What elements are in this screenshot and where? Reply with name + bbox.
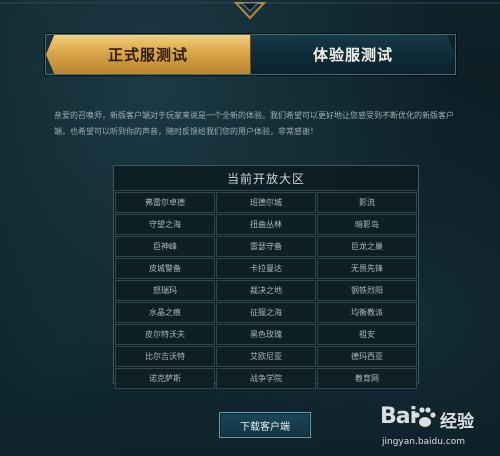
- region-cell: 水晶之痕: [115, 302, 215, 323]
- region-cell: 诺克萨斯: [115, 368, 215, 389]
- watermark-jingyan-text: 经验: [440, 412, 474, 432]
- region-cell: 怒瑞玛: [115, 280, 215, 301]
- region-cell: 黑色玫瑰: [216, 324, 316, 345]
- top-notch-ornament: [0, 0, 500, 22]
- region-cell: 艾欧尼亚: [216, 346, 316, 367]
- region-cell: 皮尔特沃夫: [115, 324, 215, 345]
- region-cell: 比尔吉沃特: [115, 346, 215, 367]
- tab-formal-server[interactable]: 正式服测试: [46, 35, 251, 74]
- baidu-jingyan-watermark: Bai 经验 jingyan.baidu.com: [380, 404, 498, 454]
- region-cell: 影流: [317, 192, 417, 213]
- paw-icon: [414, 407, 436, 427]
- region-cell: 裁决之地: [216, 280, 316, 301]
- region-cell: 暗影岛: [317, 214, 417, 235]
- server-tabs: 正式服测试 体验服测试: [45, 34, 456, 75]
- region-cell: 均衡教派: [317, 302, 417, 323]
- watermark-url: jingyan.baidu.com: [382, 437, 466, 447]
- tab-test-server[interactable]: 体验服测试: [251, 35, 455, 74]
- region-cell: 雷瑟守备: [216, 236, 316, 257]
- region-cell: 扭曲丛林: [216, 214, 316, 235]
- tab-test-server-label: 体验服测试: [312, 46, 393, 64]
- intro-text: 亲爱的召唤师，新版客户端对于玩家来说是一个全新的体验。我们希望可以更好地让您感受…: [54, 111, 454, 136]
- region-cell: 钢铁烈阳: [317, 280, 417, 301]
- region-cell: 教育网: [317, 368, 417, 389]
- watermark-logo-text: Bai: [380, 404, 417, 429]
- region-cell: 守望之海: [115, 214, 215, 235]
- region-cell: 祖安: [317, 324, 417, 345]
- region-cell: 弗雷尔卓德: [115, 192, 215, 213]
- tab-formal-server-label: 正式服测试: [107, 46, 188, 64]
- download-client-label: 下载客户端: [240, 421, 290, 433]
- download-client-button[interactable]: 下载客户端: [219, 412, 311, 438]
- open-regions-table: 当前开放大区 弗雷尔卓德 班德尔城 影流守望之海 扭曲丛林 暗影岛巨神峰 雷瑟守备 巨龙之巢…: [113, 165, 419, 389]
- region-grid: 弗雷尔卓德 班德尔城 影流守望之海 扭曲丛林 暗影岛巨神峰 雷瑟守备 巨龙之巢皮城警备 卡拉曼…: [114, 191, 418, 390]
- region-cell: 巨龙之巢: [317, 236, 417, 257]
- region-cell: 卡拉曼达: [216, 258, 316, 279]
- region-table-title: 当前开放大区: [114, 166, 418, 191]
- region-cell: 皮城警备: [115, 258, 215, 279]
- region-cell: 班德尔城: [216, 192, 316, 213]
- region-cell: 征服之海: [216, 302, 316, 323]
- region-cell: 巨神峰: [115, 236, 215, 257]
- region-cell: 战争学院: [216, 368, 316, 389]
- region-cell: 德玛西亚: [317, 346, 417, 367]
- region-cell: 无畏先锋: [317, 258, 417, 279]
